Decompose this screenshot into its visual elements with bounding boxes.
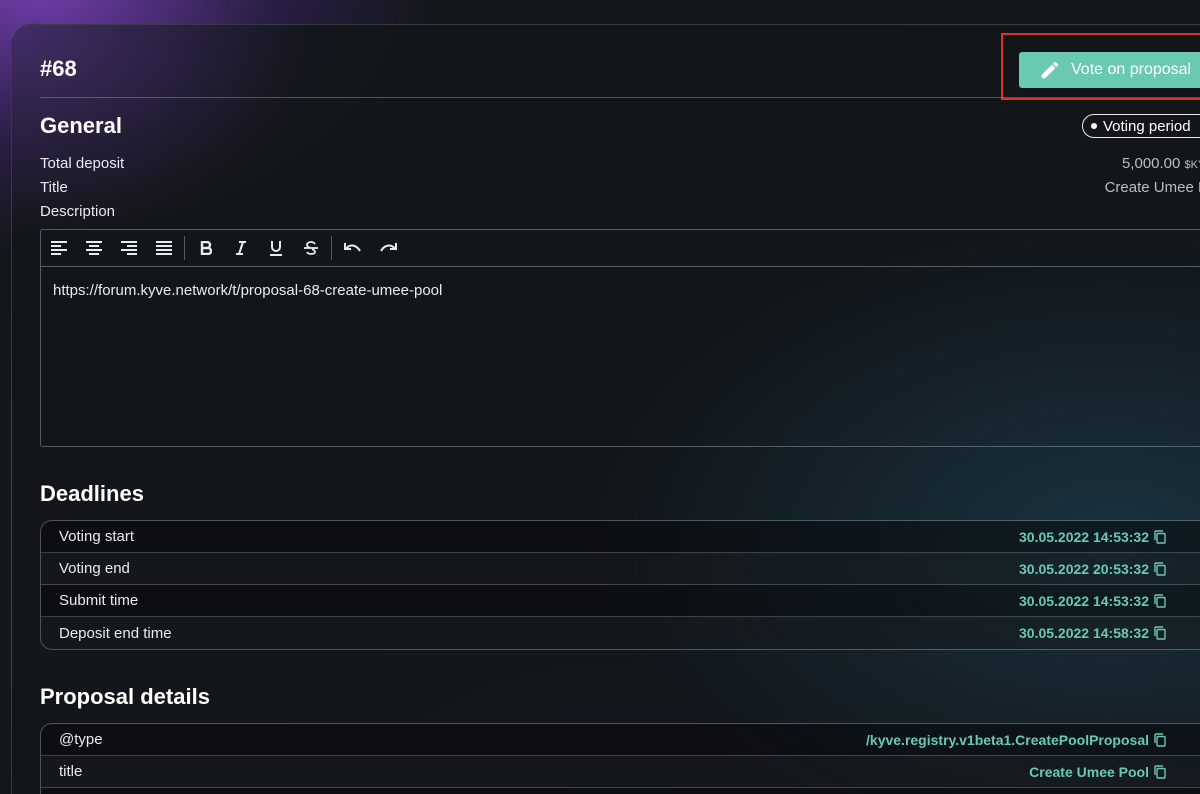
status-badge-label: Voting period	[1103, 117, 1191, 135]
deposit-end-time-date: 30.05.2022 14:58:32	[1019, 625, 1149, 641]
type-value: /kyve.registry.v1beta1.CreatePoolProposa…	[866, 732, 1167, 748]
total-deposit-value: 5,000.00 $KYVE	[1000, 155, 1200, 172]
title-value: Create Umee Pool	[1104, 179, 1200, 196]
voting-start-date: 30.05.2022 14:53:32	[1019, 528, 1149, 545]
type-text: /kyve.registry.v1beta1.CreatePoolProposa…	[866, 731, 1149, 748]
submit-time-label: Submit time	[59, 592, 139, 609]
proposal-details-section-title: Proposal details	[40, 684, 210, 709]
redo-icon[interactable]	[370, 230, 405, 266]
table-row: Deposit end time 30.05.2022 14:58:32	[41, 617, 1200, 649]
align-justify-icon[interactable]	[146, 230, 181, 266]
status-dot-icon	[1091, 123, 1097, 129]
voting-start-value: 30.05.2022 14:53:32	[1019, 529, 1167, 545]
deadlines-table: Voting start 30.05.2022 14:53:32 Voting …	[40, 520, 1200, 650]
table-row: Voting end 30.05.2022 20:53:32	[41, 553, 1200, 585]
submit-time-value: 30.05.2022 14:53:32	[1019, 593, 1167, 609]
proposal-details-table: @type /kyve.registry.v1beta1.CreatePoolP…	[40, 723, 1200, 794]
description-text[interactable]: https://forum.kyve.network/t/proposal-68…	[53, 282, 442, 299]
deposit-end-time-label: Deposit end time	[59, 624, 172, 642]
align-left-icon[interactable]	[41, 230, 76, 266]
bold-icon[interactable]	[188, 230, 223, 266]
copy-icon[interactable]	[1153, 529, 1167, 544]
total-deposit-unit: $KYVE	[1184, 159, 1200, 171]
description-label: Description	[40, 203, 116, 220]
underline-icon[interactable]	[258, 230, 293, 266]
table-row	[41, 788, 1200, 794]
highlight-box	[1001, 33, 1200, 100]
description-editor[interactable]: https://forum.kyve.network/t/proposal-68…	[40, 229, 1200, 447]
copy-icon[interactable]	[1153, 593, 1167, 608]
table-row: title Create Umee Pool	[41, 756, 1200, 788]
type-label: @type	[59, 731, 103, 748]
title-label: Title	[40, 179, 68, 196]
voting-end-label: Voting end	[59, 560, 130, 577]
deposit-end-time-value: 30.05.2022 14:58:32	[1019, 625, 1167, 641]
align-center-icon[interactable]	[76, 230, 111, 266]
table-row: @type /kyve.registry.v1beta1.CreatePoolP…	[41, 724, 1200, 756]
header-divider	[40, 97, 1200, 98]
title-row-text: Create Umee Pool	[1029, 763, 1149, 780]
table-row: Voting start 30.05.2022 14:53:32	[41, 521, 1200, 553]
strikethrough-icon[interactable]	[293, 230, 328, 266]
table-row: Submit time 30.05.2022 14:53:32	[41, 585, 1200, 617]
align-right-icon[interactable]	[111, 230, 146, 266]
title-row-label: title	[59, 763, 83, 780]
editor-toolbar	[41, 230, 1200, 267]
general-section-title: General	[40, 113, 122, 138]
copy-icon[interactable]	[1153, 561, 1167, 576]
toolbar-separator	[184, 236, 185, 260]
voting-start-label: Voting start	[59, 528, 135, 545]
total-deposit-label: Total deposit	[40, 155, 125, 172]
copy-icon[interactable]	[1153, 626, 1167, 640]
submit-time-date: 30.05.2022 14:53:32	[1019, 592, 1149, 609]
toolbar-separator	[331, 236, 332, 260]
copy-icon[interactable]	[1153, 764, 1167, 779]
total-deposit-amount: 5,000.00	[1121, 155, 1181, 172]
status-badge: Voting period	[1082, 114, 1200, 138]
proposal-id: #68	[40, 56, 77, 81]
title-row-value: Create Umee Pool	[1029, 764, 1167, 780]
copy-icon[interactable]	[1153, 732, 1167, 747]
voting-end-date: 30.05.2022 20:53:32	[1019, 560, 1149, 577]
undo-icon[interactable]	[335, 230, 370, 266]
voting-end-value: 30.05.2022 20:53:32	[1019, 561, 1167, 577]
deadlines-section-title: Deadlines	[40, 481, 144, 506]
italic-icon[interactable]	[223, 230, 258, 266]
